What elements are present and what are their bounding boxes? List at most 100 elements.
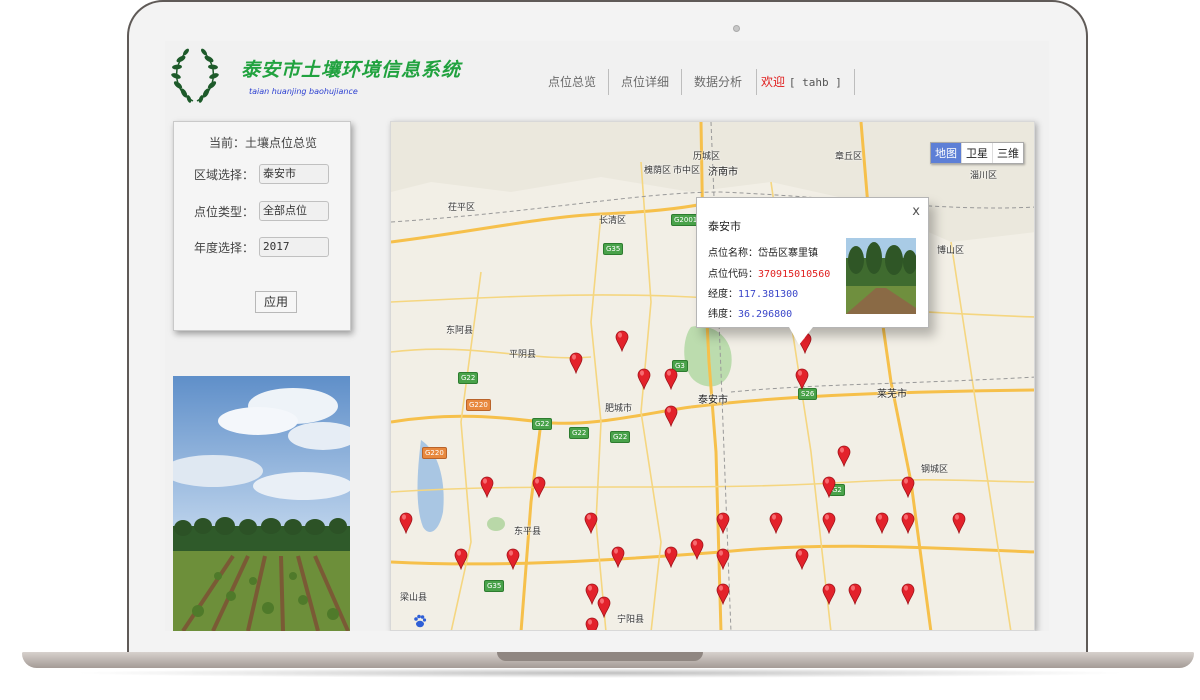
- popup-site-photo: [846, 238, 916, 314]
- label-gangcheng: 钢城区: [921, 465, 949, 475]
- type-label: 点位类型：: [194, 205, 255, 219]
- highway-g35-south: G35: [484, 580, 505, 592]
- nav-detail[interactable]: 点位详细: [609, 69, 683, 95]
- popup-row-lng: 经度：117.381300: [708, 285, 798, 300]
- map-marker-pin-icon[interactable]: [399, 512, 413, 535]
- map-marker-pin-icon[interactable]: [769, 512, 783, 535]
- map-marker-pin-icon[interactable]: [506, 548, 520, 571]
- map-marker-pin-icon[interactable]: [795, 368, 809, 391]
- highway-g22-c: G22: [610, 431, 631, 443]
- highway-g220-south: G220: [422, 447, 447, 459]
- year-select[interactable]: 2017: [259, 237, 329, 257]
- type-select[interactable]: 全部点位: [259, 201, 329, 221]
- close-icon[interactable]: x: [912, 204, 920, 219]
- highway-g22-a: G22: [532, 418, 553, 430]
- map-marker-pin-icon[interactable]: [901, 512, 915, 535]
- label-taian: 泰安市: [698, 395, 728, 406]
- map-marker-pin-icon[interactable]: [822, 583, 836, 606]
- map-marker-pin-icon[interactable]: [532, 476, 546, 499]
- map-marker-pin-icon[interactable]: [848, 583, 862, 606]
- popup-lat-value: 36.296800: [738, 309, 793, 320]
- popup-lat-label: 纬度：: [708, 309, 738, 320]
- highway-g22-west: G22: [458, 372, 479, 384]
- label-chiping: 茌平区: [448, 203, 476, 213]
- popup-row-name: 点位名称：岱岳区寨里镇: [708, 244, 818, 259]
- highway-g220-north: G220: [466, 399, 491, 411]
- map-type-3d[interactable]: 三维: [992, 143, 1023, 163]
- popup-row-code: 点位代码：370915010560: [708, 265, 830, 280]
- laptop-shadow: [70, 668, 1130, 678]
- app-subtitle: taian huanjing baohujiance: [249, 87, 358, 96]
- app-screen: 泰安市土壤环境信息系统 taian huanjing baohujiance 点…: [165, 41, 1049, 631]
- nav-overview[interactable]: 点位总览: [536, 69, 610, 95]
- welcome-area: 欢迎 [ tahb ]: [761, 69, 855, 95]
- map-view[interactable]: 历城区 槐荫区 市中区 济南市 章丘区 淄川区 茌平区 长清区 博山区 东阿县 …: [390, 121, 1035, 631]
- map-type-satellite[interactable]: 卫星: [961, 143, 992, 163]
- map-marker-pin-icon[interactable]: [637, 368, 651, 391]
- popup-row-lat: 纬度：36.296800: [708, 305, 792, 320]
- paw-icon: [414, 614, 427, 628]
- map-marker-pin-icon[interactable]: [690, 538, 704, 561]
- label-feicheng: 肥城市: [605, 404, 633, 414]
- map-marker-pin-icon[interactable]: [569, 352, 583, 375]
- label-dongping: 东平县: [514, 527, 542, 537]
- label-boshan: 博山区: [937, 246, 965, 256]
- popup-title: 泰安市: [708, 220, 741, 233]
- map-marker-pin-icon[interactable]: [875, 512, 889, 535]
- map-marker-pin-icon[interactable]: [454, 548, 468, 571]
- nav-analysis[interactable]: 数据分析: [682, 69, 758, 95]
- map-marker-pin-icon[interactable]: [716, 583, 730, 606]
- label-jinan: 济南市: [708, 167, 738, 178]
- region-label: 区域选择：: [194, 168, 255, 182]
- label-laiwu: 莱芜市: [877, 389, 907, 400]
- map-type-switch: 地图 卫星 三维: [930, 142, 1024, 164]
- user-name[interactable]: [ tahb ]: [789, 76, 842, 89]
- map-marker-pin-icon[interactable]: [822, 512, 836, 535]
- map-marker-pin-icon[interactable]: [795, 548, 809, 571]
- label-licheng: 历城区: [693, 152, 721, 162]
- popup-code-value: 370915010560: [758, 269, 831, 280]
- label-shizhong: 市中区: [673, 166, 701, 176]
- label-zichuan: 淄川区: [970, 171, 998, 181]
- popup-lng-value: 117.381300: [738, 289, 799, 300]
- label-huaiyin: 槐荫区: [644, 166, 672, 176]
- map-marker-pin-icon[interactable]: [585, 617, 599, 630]
- sample-site-photo: [173, 376, 350, 631]
- laptop-base-notch: [497, 652, 703, 661]
- map-marker-pin-icon[interactable]: [480, 476, 494, 499]
- welcome-text: 欢迎: [761, 75, 786, 89]
- region-select[interactable]: 泰安市: [259, 164, 329, 184]
- map-marker-pin-icon[interactable]: [822, 476, 836, 499]
- map-marker-pin-icon[interactable]: [597, 596, 611, 619]
- map-marker-pin-icon[interactable]: [837, 445, 851, 468]
- popup-name-label: 点位名称：: [708, 248, 758, 259]
- map-marker-pin-icon[interactable]: [611, 546, 625, 569]
- label-liangshan: 梁山县: [400, 593, 428, 603]
- map-marker-pin-icon[interactable]: [664, 368, 678, 391]
- panel-title: 当前：土壤点位总览: [208, 136, 317, 150]
- map-marker-pin-icon[interactable]: [952, 512, 966, 535]
- map-marker-pin-icon[interactable]: [901, 476, 915, 499]
- main-nav: 点位总览 点位详细 数据分析: [536, 69, 758, 95]
- highway-g35-north: G35: [603, 243, 624, 255]
- map-marker-pin-icon[interactable]: [716, 548, 730, 571]
- info-popup: x 泰安市 点位名称：岱岳区寨里镇 点位代码：370915010560 经度：1…: [696, 197, 929, 328]
- map-marker-pin-icon[interactable]: [584, 512, 598, 535]
- highway-g22-b: G22: [569, 427, 590, 439]
- label-ningyang: 宁阳县: [617, 615, 645, 625]
- apply-button[interactable]: 应用: [255, 291, 297, 313]
- label-zhangqiu: 章丘区: [835, 152, 863, 162]
- map-marker-pin-icon[interactable]: [664, 405, 678, 428]
- map-marker-pin-icon[interactable]: [901, 583, 915, 606]
- map-marker-pin-icon[interactable]: [664, 546, 678, 569]
- label-changqing: 长清区: [599, 216, 627, 226]
- app-title: 泰安市土壤环境信息系统: [241, 59, 462, 81]
- popup-name-value: 岱岳区寨里镇: [758, 248, 818, 259]
- label-pingyin: 平阴县: [509, 350, 537, 360]
- year-label: 年度选择：: [194, 241, 255, 255]
- popup-code-label: 点位代码：: [708, 269, 758, 280]
- popup-pointer: [789, 327, 813, 345]
- map-marker-pin-icon[interactable]: [615, 330, 629, 353]
- map-type-map[interactable]: 地图: [931, 143, 961, 163]
- map-marker-pin-icon[interactable]: [716, 512, 730, 535]
